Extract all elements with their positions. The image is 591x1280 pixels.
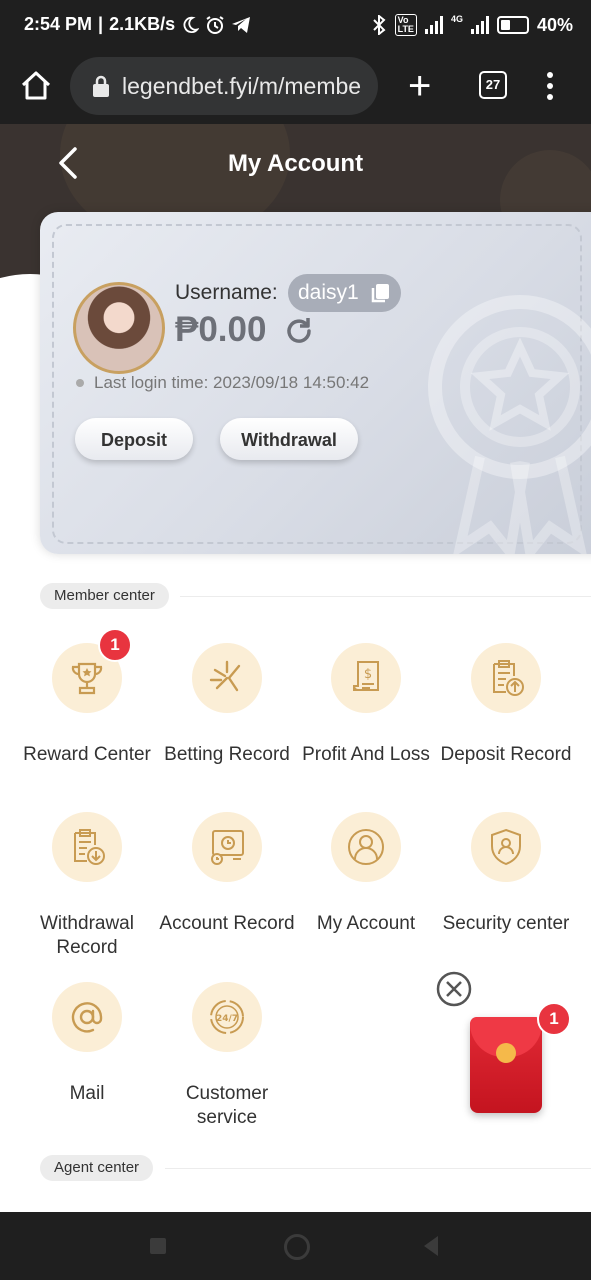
user-icon	[348, 829, 384, 865]
menu-item-label: Customer service	[185, 1083, 269, 1128]
envelope-badge: 1	[537, 1002, 571, 1036]
home-button[interactable]	[284, 1234, 310, 1260]
betting-icon	[209, 660, 241, 692]
red-envelope-button[interactable]	[470, 1017, 542, 1113]
last-login-text: Last login time: 2023/09/18 14:50:42	[94, 373, 370, 392]
deposit-button[interactable]: Deposit	[75, 418, 193, 460]
status-bar: 2:54 PM | 2.1KB/s Vo LTE 4G 40%	[0, 0, 591, 52]
signal-icon	[424, 16, 443, 34]
url-text: legendbet.fyi/m/membe	[122, 72, 362, 99]
refresh-icon[interactable]	[284, 316, 314, 346]
reward-badge: 1	[98, 628, 132, 662]
username-value: daisy1	[298, 281, 359, 304]
menu-item-label: Withdrawal Record	[40, 913, 134, 958]
at-icon	[71, 1002, 103, 1033]
menu-item-mail[interactable]: Mail	[17, 982, 157, 1106]
svg-text:24/7: 24/7	[216, 1014, 238, 1024]
close-icon[interactable]	[436, 971, 472, 1007]
menu-item-betting-record[interactable]: Betting Record	[157, 643, 297, 767]
shield-user-icon	[491, 828, 521, 866]
envelope-seal-icon	[496, 1043, 516, 1063]
svg-text:$: $	[364, 667, 372, 682]
menu-item-label: Security center	[442, 913, 570, 934]
account-card: Username: daisy1 ₱0.00 Last login time: …	[40, 212, 591, 554]
menu-item-label: Betting Record	[164, 744, 290, 765]
moon-icon	[183, 16, 200, 33]
recents-button[interactable]	[150, 1238, 166, 1254]
battery-level: 40%	[536, 14, 573, 35]
status-speed: 2.1KB/s	[109, 14, 176, 34]
agent-center-label: Agent center	[40, 1155, 154, 1181]
menu-item-label: Profit And Loss	[302, 744, 430, 765]
divider	[180, 596, 591, 597]
status-dot	[76, 379, 84, 387]
new-tab-button[interactable]: +	[408, 64, 431, 108]
username-pill: daisy1	[288, 274, 401, 312]
copy-icon[interactable]	[369, 282, 391, 304]
telegram-icon	[232, 16, 251, 33]
menu-item-label: Deposit Record	[440, 744, 572, 765]
browser-toolbar: legendbet.fyi/m/membe + 27	[0, 52, 591, 124]
menu-item-profit-and-loss[interactable]: $ Profit And Loss	[296, 643, 436, 767]
tab-switcher-button[interactable]: 27	[479, 71, 507, 99]
menu-item-customer-service[interactable]: 24/7 Customer service	[157, 982, 297, 1130]
last-login: Last login time: 2023/09/18 14:50:42	[76, 373, 369, 393]
status-time: 2:54 PM	[24, 14, 93, 34]
more-menu-icon[interactable]	[541, 70, 559, 102]
back-button[interactable]	[424, 1236, 438, 1256]
divider	[165, 1168, 591, 1169]
clipboard-upload-icon	[493, 660, 524, 696]
menu-item-account-record[interactable]: Account Record	[157, 812, 297, 936]
trophy-icon	[71, 662, 103, 695]
menu-item-my-account[interactable]: My Account	[296, 812, 436, 936]
username-label: Username:	[175, 281, 278, 304]
page-title: My Account	[227, 150, 364, 177]
address-bar[interactable]: legendbet.fyi/m/membe	[70, 57, 378, 115]
medal-watermark-icon	[428, 295, 591, 554]
receipt-icon: $	[353, 661, 379, 691]
menu-item-withdrawal-record[interactable]: Withdrawal Record	[17, 812, 157, 960]
withdrawal-button[interactable]: Withdrawal	[220, 418, 358, 460]
battery-icon	[496, 16, 529, 34]
volte-icon: Vo LTE	[394, 14, 417, 36]
menu-item-deposit-record[interactable]: Deposit Record	[436, 643, 576, 767]
menu-item-label: Reward Center	[23, 744, 151, 765]
monitor-clock-icon	[211, 830, 244, 865]
bluetooth-icon	[372, 15, 386, 35]
support-247-icon: 24/7	[210, 1000, 244, 1034]
network-type: 4G	[450, 14, 463, 24]
home-icon[interactable]	[18, 68, 54, 104]
signal-icon-2	[470, 16, 489, 34]
member-center-label: Member center	[40, 583, 169, 609]
balance-value: ₱0.00	[175, 310, 267, 349]
lock-icon	[93, 75, 109, 97]
alarm-icon	[206, 15, 224, 34]
clipboard-download-icon	[74, 829, 105, 865]
system-nav-bar	[0, 1212, 591, 1280]
menu-item-reward-center[interactable]: Reward Center	[17, 643, 157, 767]
menu-item-security-center[interactable]: Security center	[436, 812, 576, 936]
menu-item-label: Account Record	[159, 913, 295, 934]
avatar[interactable]	[73, 282, 165, 374]
menu-item-label: Mail	[69, 1083, 105, 1104]
menu-item-label: My Account	[316, 913, 416, 934]
